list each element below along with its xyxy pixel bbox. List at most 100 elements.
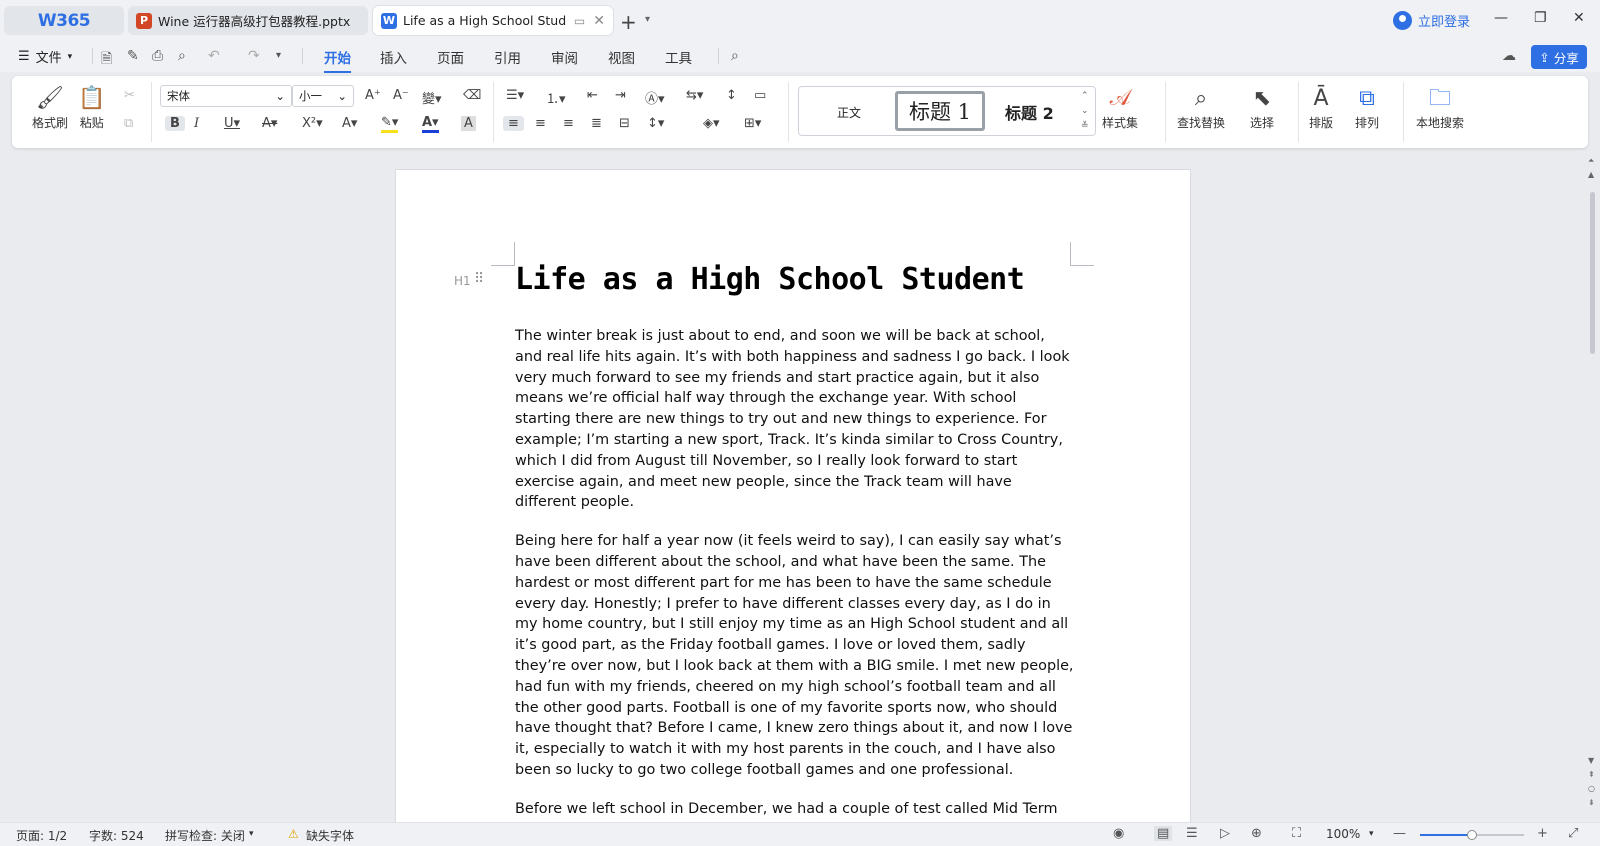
tab-insert[interactable]: 插入	[380, 47, 407, 67]
undo-icon[interactable]: ↶	[208, 48, 220, 64]
select-browse-icon[interactable]: ○	[1588, 784, 1595, 793]
scroll-down-icon[interactable]: ▼	[1588, 756, 1594, 765]
underline-icon[interactable]: U▾	[224, 116, 240, 131]
style-gallery[interactable]: 正文 标题 1 标题 2 ⌃ ⌄ ≚	[798, 86, 1096, 136]
align-right-icon[interactable]: ≡	[563, 116, 574, 131]
tab-review[interactable]: 审阅	[551, 47, 578, 67]
align-left-icon[interactable]: ≡	[503, 116, 524, 131]
style-normal[interactable]: 正文	[837, 104, 861, 121]
eye-icon[interactable]: ◉	[1113, 826, 1124, 841]
scroll-up-icon[interactable]: ▲	[1588, 170, 1594, 179]
play-icon[interactable]: ▷	[1220, 826, 1230, 841]
tab-tools[interactable]: 工具	[665, 47, 692, 67]
layout-button[interactable]: Ā 排版	[1309, 84, 1333, 131]
restore-icon[interactable]: ❐	[1534, 10, 1547, 26]
chevron-down-icon[interactable]: ▾	[249, 829, 254, 839]
more-icon[interactable]: ▾	[276, 50, 281, 61]
text-direction-icon[interactable]: Ⓐ▾	[645, 88, 665, 107]
redo-icon[interactable]: ↷	[248, 48, 260, 64]
style-set-button[interactable]: 𝒜 样式集	[1102, 84, 1138, 131]
text-effect-icon[interactable]: A▾	[342, 116, 357, 131]
drag-handle-icon[interactable]: ⠿	[474, 271, 484, 287]
justify-icon[interactable]: ≣	[591, 116, 602, 131]
zoom-in-icon[interactable]: +	[1537, 826, 1548, 841]
convert-icon[interactable]: ⇆▾	[686, 88, 703, 103]
cut-icon[interactable]: ✂	[124, 88, 135, 103]
print-icon[interactable]: ⎙	[152, 48, 163, 64]
share-button[interactable]: ⇪ 分享	[1531, 45, 1587, 69]
scroll-top-icon[interactable]: ⏶	[1588, 156, 1594, 166]
clear-format-icon[interactable]: ⌫	[463, 88, 481, 103]
minimize-icon[interactable]: —	[1494, 10, 1508, 26]
strikethrough-icon[interactable]: A▾	[262, 116, 277, 131]
format-brush-quick-icon[interactable]: ✎	[127, 48, 139, 64]
style-heading-2[interactable]: 标题 2	[1005, 100, 1054, 124]
save-icon[interactable]: 🗎	[101, 48, 112, 72]
show-marks-icon[interactable]: ▭	[754, 88, 766, 103]
decrease-font-icon[interactable]: A⁻	[393, 88, 409, 103]
tab-references[interactable]: 引用	[494, 47, 521, 67]
login-button[interactable]: 立即登录	[1393, 11, 1470, 30]
page-view-icon[interactable]: ▤	[1154, 826, 1173, 841]
tab-current-document[interactable]: W Life as a High School Student ▭ ✕	[373, 6, 613, 35]
select-button[interactable]: ⬉ 选择	[1250, 84, 1274, 131]
word-count[interactable]: 字数: 524	[89, 827, 144, 844]
superscript-icon[interactable]: X²▾	[302, 116, 323, 131]
align-center-icon[interactable]: ≡	[535, 116, 546, 131]
arrange-button[interactable]: ⧉ 排列	[1355, 84, 1379, 131]
decrease-indent-icon[interactable]: ⇤	[587, 88, 598, 103]
outline-view-icon[interactable]: ☰	[1186, 826, 1198, 841]
fit-screen-icon[interactable]: ⛶	[1292, 826, 1301, 841]
tab-view[interactable]: 视图	[608, 47, 635, 67]
character-shading-icon[interactable]: A	[461, 116, 476, 131]
spell-check-status[interactable]: 拼写检查: 关闭	[165, 827, 245, 844]
highlight-icon[interactable]: ✎▾	[381, 116, 399, 133]
fullscreen-icon[interactable]: ⤢	[1568, 826, 1578, 841]
scroll-thumb[interactable]	[1590, 192, 1595, 354]
increase-indent-icon[interactable]: ⇥	[615, 88, 626, 103]
font-name-select[interactable]: 宋体 ⌄	[160, 85, 292, 107]
numbered-list-icon[interactable]: ⒈▾	[546, 88, 566, 107]
italic-icon[interactable]: I	[194, 116, 199, 131]
copy-icon[interactable]: ⧉	[124, 116, 133, 131]
font-size-select[interactable]: 小一 ⌄	[292, 85, 354, 107]
tab-home[interactable]: 开始	[324, 47, 351, 73]
tab-pptx-document[interactable]: P Wine 运行器高级打包器教程.pptx	[128, 6, 368, 35]
web-view-icon[interactable]: ⊕	[1251, 826, 1262, 841]
bold-icon[interactable]: B	[165, 116, 185, 131]
paste-button[interactable]: 📋 粘贴	[78, 84, 105, 131]
shading-icon[interactable]: ◈▾	[703, 116, 720, 131]
zoom-slider-knob[interactable]	[1467, 830, 1477, 840]
sort-icon[interactable]: ↕	[726, 88, 737, 103]
format-painter-button[interactable]: 🖌 格式刷	[32, 84, 68, 131]
font-color-icon[interactable]: A▾	[422, 116, 439, 133]
page-indicator[interactable]: 页面: 1/2	[16, 827, 67, 844]
close-window-icon[interactable]: ✕	[1573, 10, 1585, 26]
phonetic-guide-icon[interactable]: 變▾	[422, 88, 442, 107]
print-preview-icon[interactable]: ⌕	[178, 48, 186, 64]
style-heading-1[interactable]: 标题 1	[895, 91, 985, 131]
borders-icon[interactable]: ⊞▾	[744, 116, 761, 131]
chevron-down-icon[interactable]: ▾	[645, 14, 650, 25]
line-spacing-icon[interactable]: ↕▾	[647, 116, 664, 131]
prev-page-icon[interactable]: ⇞	[1588, 770, 1595, 779]
next-page-icon[interactable]: ⇟	[1588, 798, 1595, 807]
search-icon[interactable]: ⌕	[731, 48, 739, 64]
chevron-down-icon[interactable]: ▾	[1369, 829, 1374, 839]
find-replace-button[interactable]: ⌕ 查找替换	[1177, 84, 1225, 131]
zoom-level[interactable]: 100%	[1326, 827, 1360, 841]
document-page[interactable]: H1 ⠿ Life as a High School Student The w…	[396, 170, 1190, 830]
file-menu[interactable]: ☰ 文件 ▾	[18, 47, 72, 66]
new-tab-icon[interactable]: +	[620, 10, 637, 34]
distributed-icon[interactable]: ⊟	[619, 116, 630, 131]
local-search-button[interactable]: 🗀 本地搜索	[1416, 84, 1464, 131]
close-tab-icon[interactable]: ✕	[593, 13, 605, 29]
zoom-out-icon[interactable]: —	[1393, 826, 1406, 841]
tab-page[interactable]: 页面	[437, 47, 464, 67]
style-scroll-icon[interactable]: ⌃ ⌄ ≚	[1081, 89, 1089, 134]
cloud-icon[interactable]: ☁	[1502, 48, 1516, 64]
increase-font-icon[interactable]: A⁺	[365, 88, 381, 103]
vertical-scrollbar[interactable]: ⏶ ▲ ▼ ⇞ ○ ⇟	[1585, 156, 1600, 816]
wps-home-tab[interactable]: W365	[4, 6, 124, 35]
zoom-slider[interactable]	[1420, 830, 1524, 840]
